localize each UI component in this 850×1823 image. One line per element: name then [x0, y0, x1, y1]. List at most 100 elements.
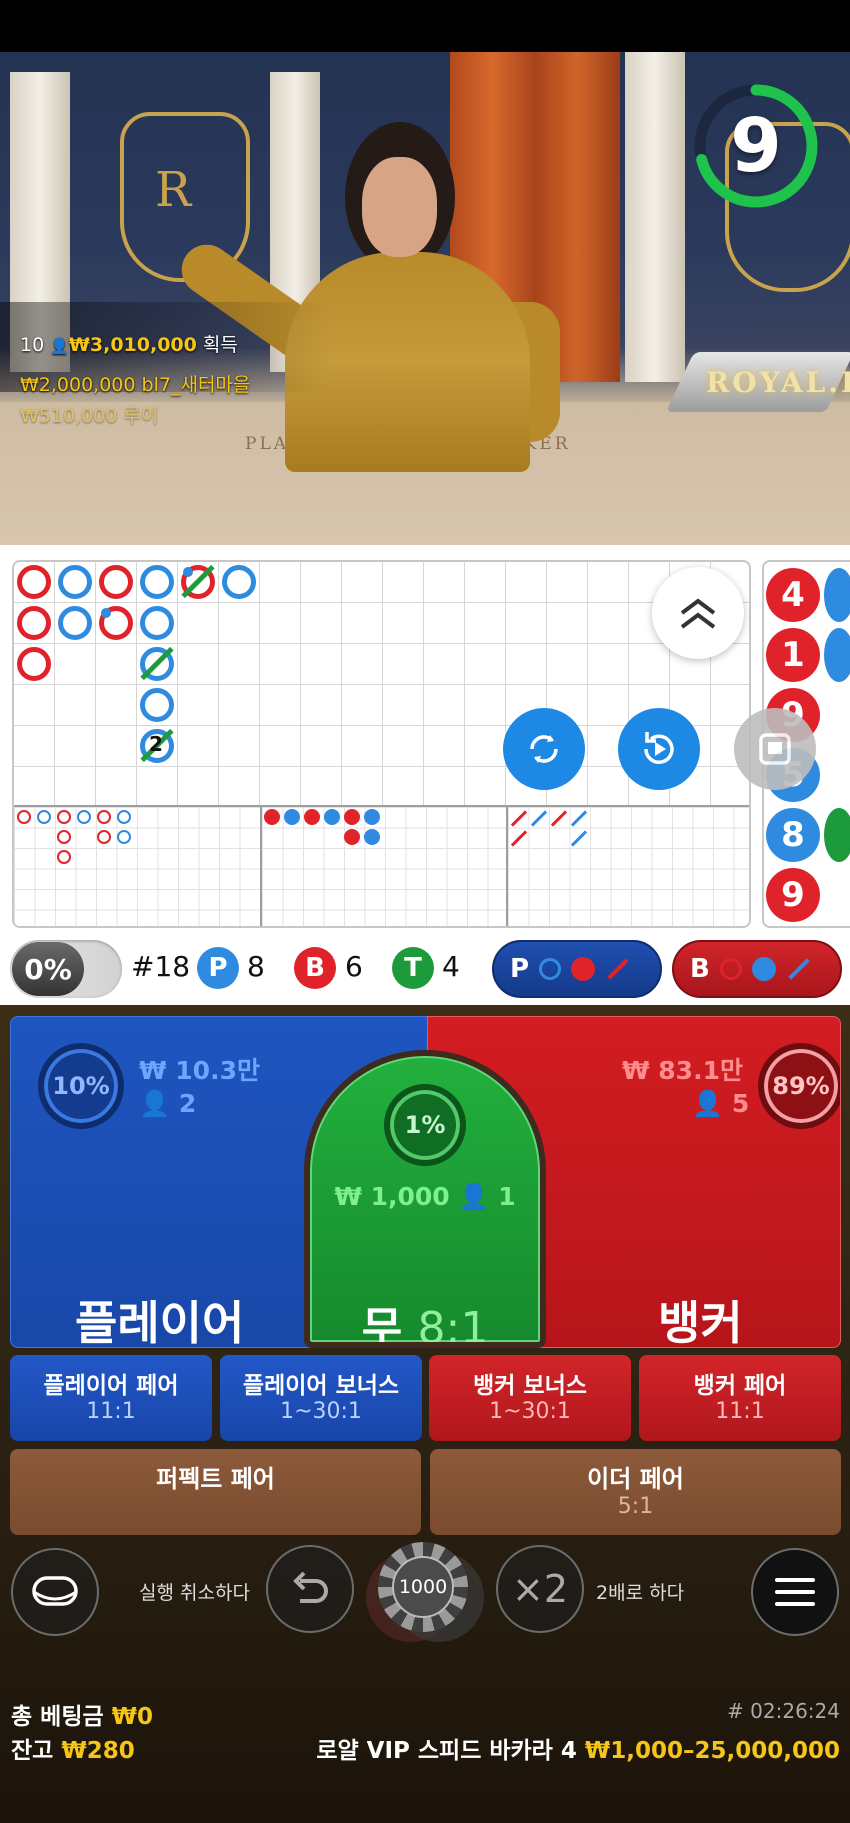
player-bettors: 👤 2	[139, 1089, 197, 1118]
pip-icon	[759, 733, 791, 765]
player-percent-ring: 10%	[38, 1043, 124, 1129]
tie-percent-ring: 1%	[384, 1084, 466, 1166]
either-pair-label: 이더 페어	[587, 1465, 684, 1493]
road-mark-banker	[17, 565, 51, 599]
banker-pair-odds: 11:1	[715, 1399, 765, 1424]
table-name: 로얄 VIP 스피드 바카라 4	[316, 1738, 577, 1764]
player-count-icon: P	[197, 947, 239, 989]
banker-bonus-odds: 1~30:1	[489, 1399, 571, 1424]
either-pair-odds: 5:1	[617, 1494, 654, 1519]
dot-icon	[571, 957, 596, 981]
collapse-roadmap-button[interactable]	[652, 567, 744, 659]
double-label: 2배로 하다	[596, 1582, 685, 1604]
user-icon: 👤	[139, 1089, 171, 1118]
undo-label: 실행 취소하다	[139, 1582, 250, 1604]
hamburger-menu-icon	[775, 1578, 815, 1606]
road-mark-player	[58, 565, 92, 599]
undo-button[interactable]	[266, 1545, 354, 1633]
tie-count: 2	[149, 732, 163, 756]
road-mark-player	[58, 606, 92, 640]
player-bonus-odds: 1~30:1	[280, 1399, 362, 1424]
player-pair-label: 플레이어 페어	[43, 1373, 179, 1399]
tie-count-value: 4	[442, 950, 460, 983]
banker-count: 6	[345, 950, 363, 983]
round-number: #18	[131, 950, 191, 983]
perfect-pair-label: 퍼펙트 페어	[156, 1465, 275, 1493]
chip-1000[interactable]: 1000	[378, 1542, 468, 1632]
balance: 잔고 ₩280	[11, 1738, 135, 1764]
slash-icon	[788, 958, 810, 980]
banker-count-icon: B	[294, 947, 336, 989]
player-bonus-button[interactable]: 플레이어 보너스 1~30:1	[220, 1355, 422, 1441]
tie-label: 무 8:1	[361, 1303, 489, 1348]
user-icon: 👤	[692, 1089, 724, 1118]
road-mark-player	[222, 565, 256, 599]
winner-row-2: ₩2,000,000 bl7_새터마을	[20, 374, 251, 396]
player-count: 8	[247, 950, 265, 983]
rotate-view-button[interactable]	[503, 708, 585, 790]
pair-dot	[101, 608, 111, 618]
undo-icon	[293, 1571, 328, 1603]
royal-sign: ROYAL.I	[706, 366, 850, 399]
banker-percent-ring: 89%	[758, 1043, 840, 1129]
winner-row-1: 10 👤₩3,010,000 획득	[20, 334, 238, 356]
dealer-face	[362, 157, 437, 257]
picture-in-picture-button[interactable]	[734, 708, 816, 790]
banker-bettors: 👤 5	[692, 1089, 750, 1118]
road-mark-banker	[99, 565, 133, 599]
ring-icon	[539, 958, 562, 980]
banker-ask-label: B	[690, 954, 710, 984]
banker-pair-label: 뱅커 페어	[693, 1373, 787, 1399]
chip-selector[interactable]: 1000	[366, 1542, 484, 1642]
double-button[interactable]: ×2	[496, 1545, 584, 1633]
user-icon: 👤	[458, 1182, 490, 1211]
player-pair-button[interactable]: 플레이어 페어 11:1	[10, 1355, 212, 1441]
big-eye-road	[14, 805, 260, 926]
road-mark-banker	[17, 606, 51, 640]
road-mark-player	[140, 606, 174, 640]
bead: 1	[766, 628, 820, 682]
bead-partial	[824, 568, 850, 622]
ring-icon	[719, 958, 742, 980]
bead: 8	[766, 808, 820, 862]
app-root: { "timer": {"value": "9"}, "winners": [ …	[0, 0, 850, 1823]
replay-icon	[644, 732, 674, 764]
perfect-pair-button[interactable]: 퍼펙트 페어	[10, 1449, 421, 1535]
road-mark-player	[140, 565, 174, 599]
player-bet-amount: ₩ 10.3만	[139, 1056, 260, 1085]
banker-bonus-button[interactable]: 뱅커 보너스 1~30:1	[429, 1355, 631, 1441]
table-view-icon	[32, 1576, 78, 1606]
banker-pair-button[interactable]: 뱅커 페어 11:1	[639, 1355, 841, 1441]
chip-stack-button[interactable]	[11, 1548, 99, 1636]
winner-row-3: ₩510,000 루이	[20, 405, 159, 427]
table-limits: ₩1,000–25,000,000	[584, 1738, 840, 1764]
bead-partial	[824, 808, 850, 862]
banker-label: 뱅커	[658, 1296, 743, 1348]
player-bonus-label: 플레이어 보너스	[242, 1373, 400, 1399]
tie-count-icon: T	[392, 947, 434, 989]
tie-bet-info: ₩ 1,000 👤 1	[334, 1182, 516, 1211]
rotate-icon	[530, 735, 558, 763]
player-pair-odds: 11:1	[86, 1399, 136, 1424]
game-id: # 02:26:24	[727, 1699, 840, 1723]
table-info: 로얄 VIP 스피드 바카라 4 ₩1,000–25,000,000	[316, 1731, 840, 1765]
small-road	[260, 805, 506, 926]
total-bet: 총 베팅금 ₩0	[11, 1704, 154, 1730]
tie-bet-zone[interactable]: 1% ₩ 1,000 👤 1 무 8:1	[304, 1050, 546, 1348]
either-pair-button[interactable]: 이더 페어 5:1	[430, 1449, 841, 1535]
banker-bet-amount: ₩ 83.1만	[622, 1056, 743, 1085]
banker-ask-button[interactable]: B	[672, 940, 842, 998]
replay-button[interactable]	[618, 708, 700, 790]
cockroach-road	[506, 805, 749, 926]
player-ask-label: P	[510, 954, 530, 984]
banker-bonus-label: 뱅커 보너스	[473, 1373, 587, 1399]
chevron-double-up-icon	[680, 598, 716, 629]
win-percent-toggle[interactable]: 0%	[10, 940, 122, 998]
background-pillar	[625, 52, 685, 382]
road-mark-player	[140, 688, 174, 722]
bead: 9	[766, 868, 820, 922]
player-label: 플레이어	[75, 1296, 245, 1348]
menu-button[interactable]	[751, 1548, 839, 1636]
countdown-timer: 9	[730, 103, 782, 189]
player-ask-button[interactable]: P	[492, 940, 662, 998]
